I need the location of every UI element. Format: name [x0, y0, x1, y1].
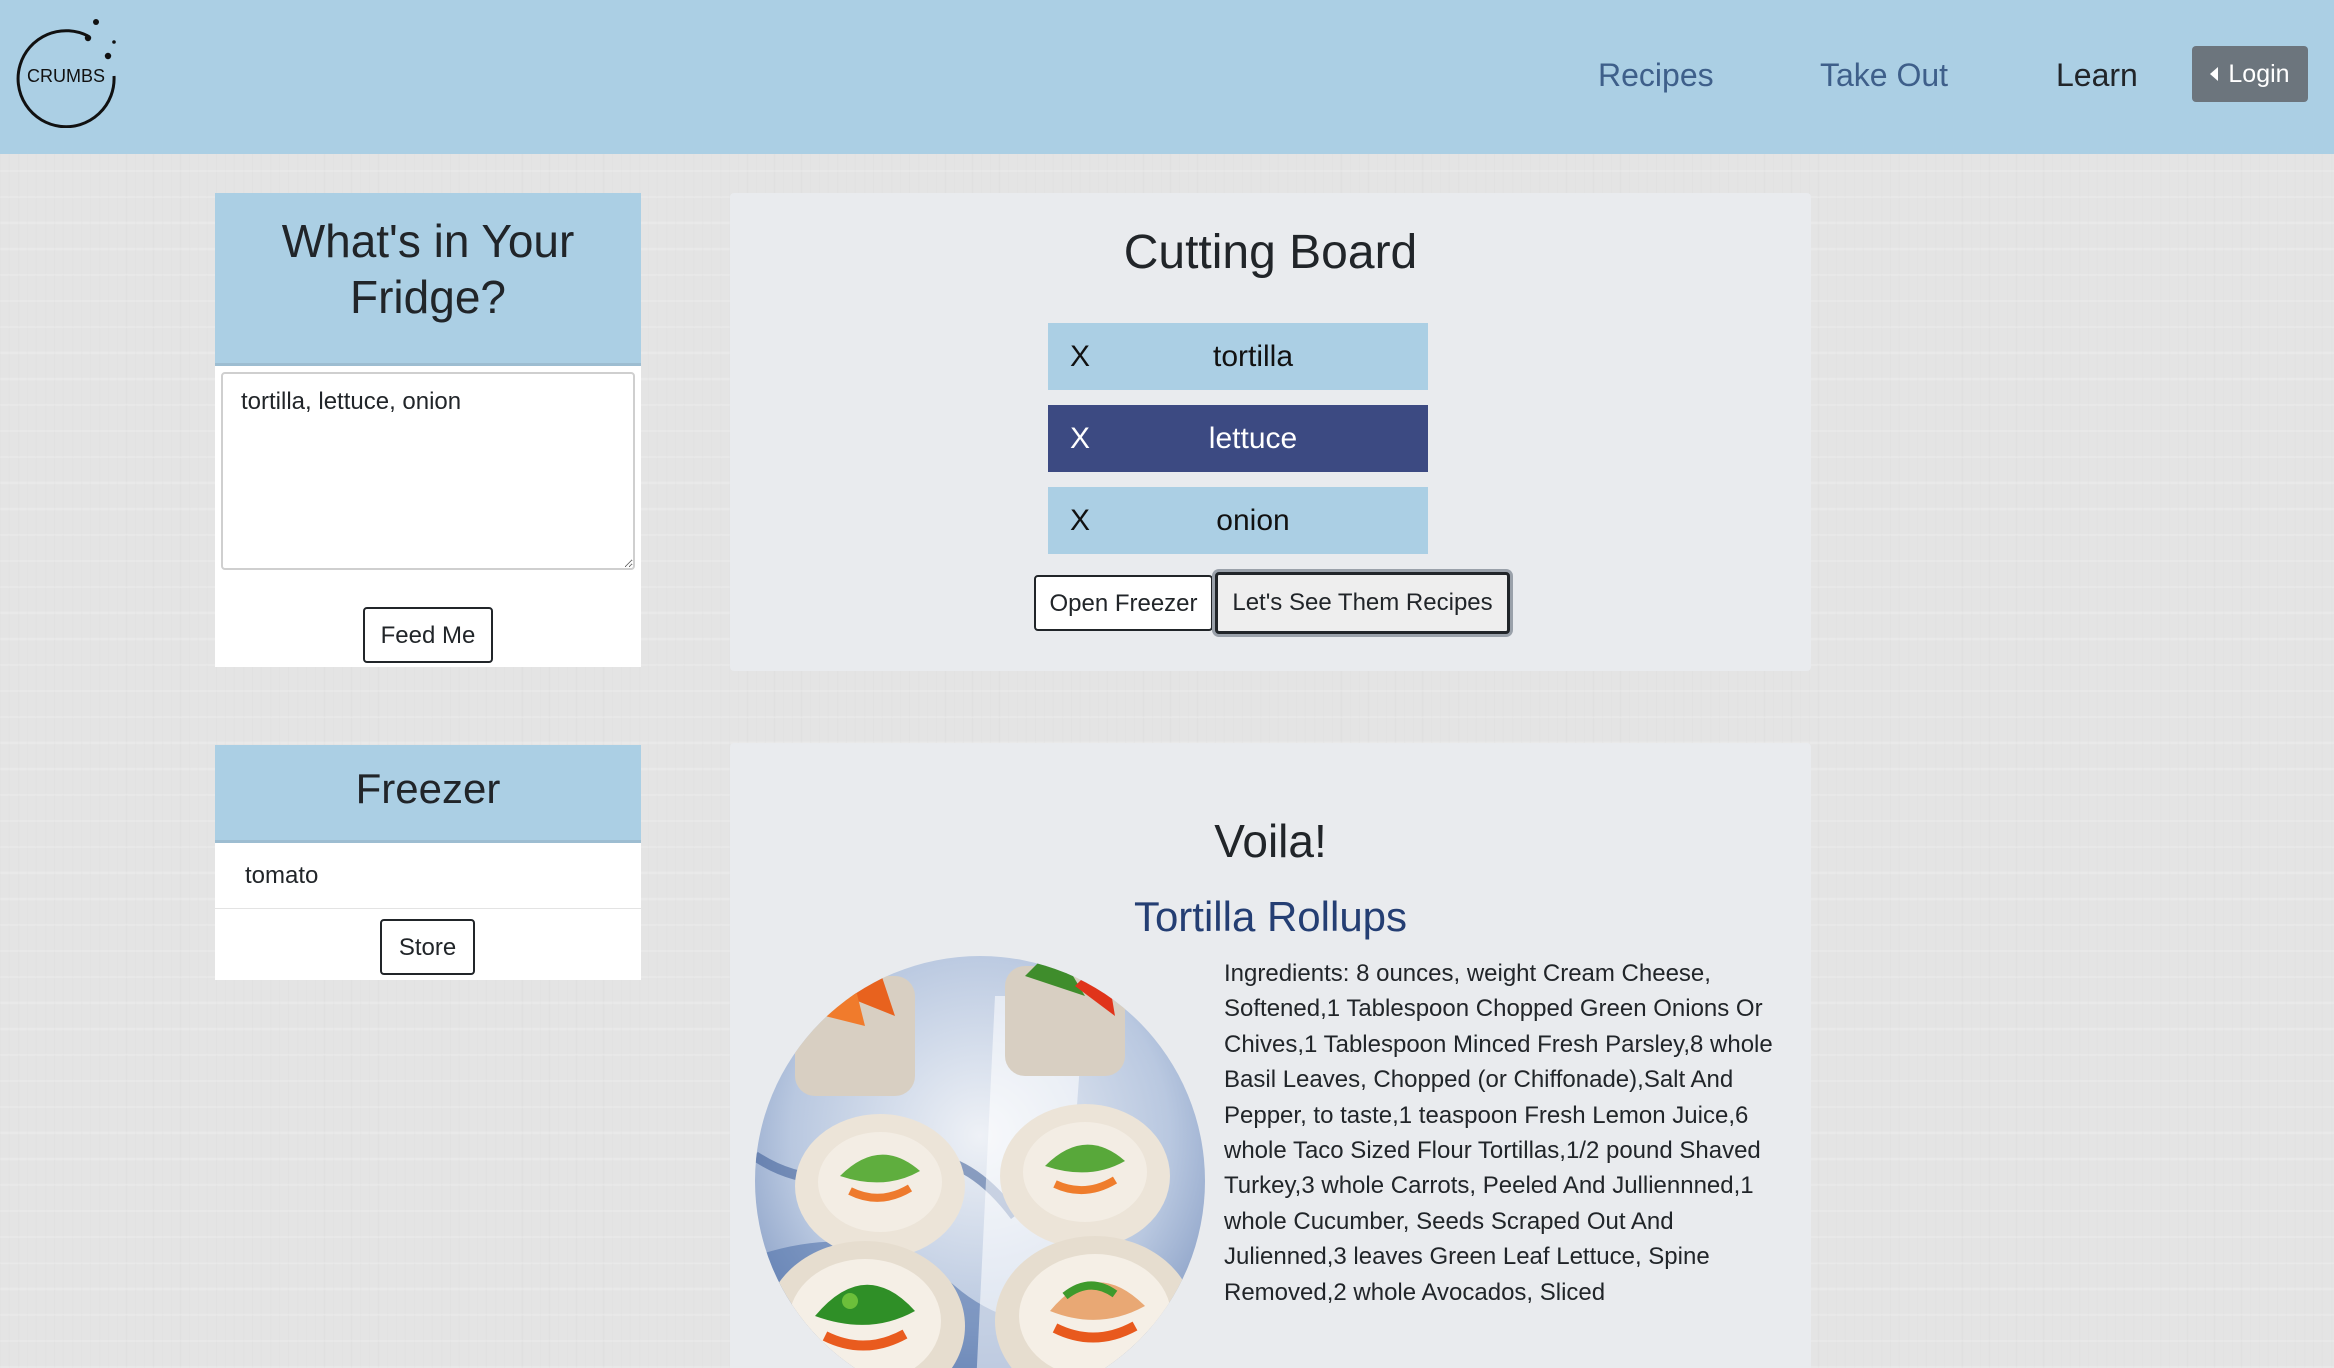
store-button[interactable]: Store: [380, 919, 475, 975]
login-button[interactable]: Login: [2192, 46, 2308, 102]
feed-me-button[interactable]: Feed Me: [363, 607, 493, 663]
remove-ingredient-button[interactable]: X: [1070, 487, 1090, 554]
result-heading: Voila!: [1214, 815, 1327, 867]
cutting-board-title: Cutting Board: [1123, 226, 1418, 279]
fridge-title: What's in Your Fridge?: [215, 193, 641, 366]
recipe-photo: [755, 956, 1205, 1368]
login-label: Login: [2228, 60, 2290, 88]
recipe-ingredients-text: Ingredients: 8 ounces, weight Cream Chee…: [1224, 960, 1773, 1306]
remove-ingredient-button[interactable]: X: [1070, 405, 1090, 472]
freezer-card: Freezer tomato Store: [215, 745, 641, 980]
fridge-card: What's in Your Fridge? tortilla, lettuce…: [215, 193, 641, 667]
recipe-result-card: Voila! Tortilla Rollups Ingredients: 8 o…: [730, 743, 1811, 1368]
crumbs-logo[interactable]: CRUMBS: [16, 16, 120, 128]
freezer-item[interactable]: tomato: [215, 843, 641, 909]
ingredient-name: tortilla: [1212, 340, 1294, 373]
logo-text: CRUMBS: [27, 66, 105, 86]
recipe-title-link[interactable]: Tortilla Rollups: [730, 891, 1811, 943]
tortilla-rollups-image: [755, 956, 1205, 1368]
freezer-title: Freezer: [215, 745, 641, 843]
nav-link-recipes[interactable]: Recipes: [1598, 50, 1714, 100]
fridge-ingredients-input[interactable]: tortilla, lettuce, onion: [221, 372, 635, 570]
see-recipes-button[interactable]: Let's See Them Recipes: [1215, 572, 1510, 634]
ingredient-name: lettuce: [1208, 422, 1298, 455]
caret-left-icon: [2210, 67, 2219, 81]
nav-link-take-out[interactable]: Take Out: [1820, 50, 1948, 100]
ingredient-name: onion: [1216, 504, 1290, 537]
cutting-board-item-tortilla[interactable]: tortilla X: [1048, 323, 1428, 390]
cutting-board-card: Cutting Board tortilla X lettuce X onion…: [730, 193, 1811, 671]
cutting-board-item-lettuce[interactable]: lettuce X: [1048, 405, 1428, 472]
top-navbar: CRUMBS Recipes Take Out Learn Login: [0, 0, 2334, 154]
nav-link-learn[interactable]: Learn: [2056, 50, 2138, 100]
remove-ingredient-button[interactable]: X: [1070, 323, 1090, 390]
open-freezer-button[interactable]: Open Freezer: [1034, 575, 1213, 631]
cutting-board-item-onion[interactable]: onion X: [1048, 487, 1428, 554]
